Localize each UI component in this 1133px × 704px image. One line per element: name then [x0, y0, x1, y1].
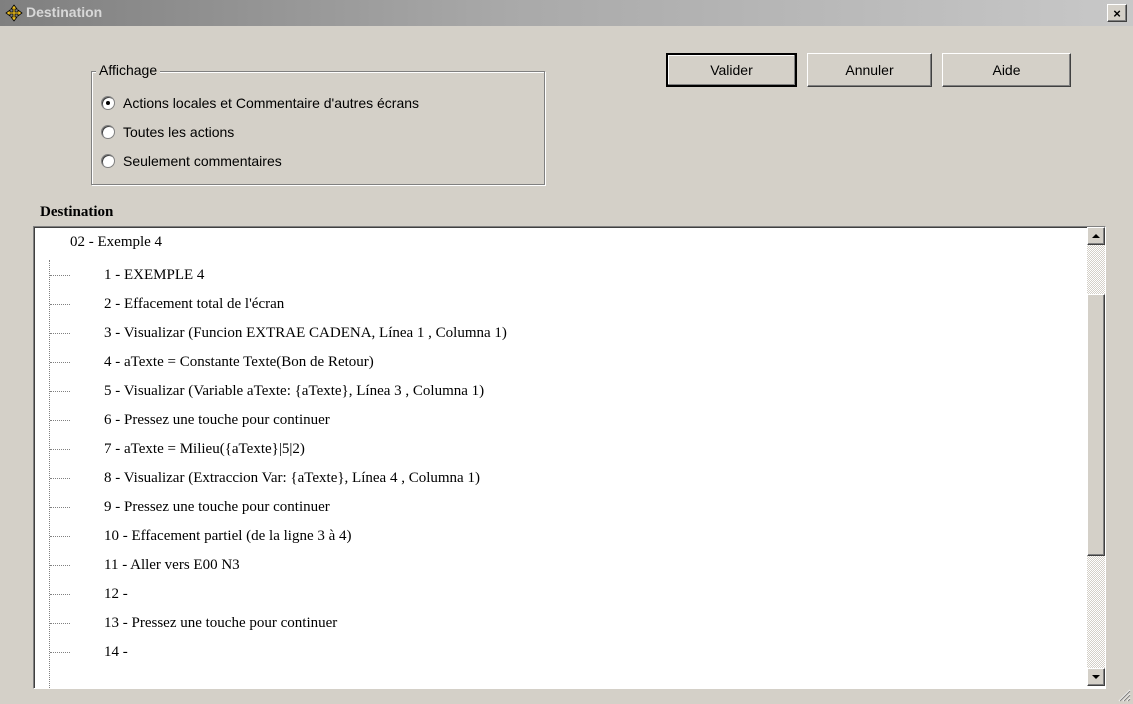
- tree-item-label: 5 - Visualizar (Variable aTexte: {aTexte…: [104, 382, 485, 399]
- tree-item-label: 1 - EXEMPLE 4: [104, 266, 205, 283]
- tree-item-label: 10 - Effacement partiel (de la ligne 3 à…: [104, 527, 352, 544]
- tree-item-label: 4 - aTexte = Constante Texte(Bon de Reto…: [104, 353, 374, 370]
- tree-item-label: 3 - Visualizar (Funcion EXTRAE CADENA, L…: [104, 324, 507, 341]
- arrow-down-icon: [1092, 675, 1100, 679]
- tree-item[interactable]: 11 - Aller vers E00 N3: [50, 552, 240, 578]
- radio-unselected-icon: [101, 125, 115, 139]
- tree-item-label: 7 - aTexte = Milieu({aTexte}|5|2): [104, 440, 305, 457]
- tree-item[interactable]: 4 - aTexte = Constante Texte(Bon de Reto…: [50, 349, 374, 375]
- tree-item[interactable]: 7 - aTexte = Milieu({aTexte}|5|2): [50, 436, 305, 462]
- radio-comments-only[interactable]: Seulement commentaires: [101, 153, 282, 169]
- cancel-button[interactable]: Annuler: [807, 53, 932, 87]
- tree-item[interactable]: 13 - Pressez une touche pour continuer: [50, 610, 337, 636]
- close-button[interactable]: ×: [1107, 4, 1127, 22]
- radio-local-actions[interactable]: Actions locales et Commentaire d'autres …: [101, 95, 419, 111]
- scroll-down-button[interactable]: [1087, 668, 1105, 686]
- tree-item[interactable]: 1 - EXEMPLE 4: [50, 262, 204, 288]
- tree-item[interactable]: 14 -: [50, 639, 128, 665]
- display-group-legend: Affichage: [96, 62, 161, 78]
- radio-label: Actions locales et Commentaire d'autres …: [123, 95, 420, 111]
- tree-item-label: 8 - Visualizar (Extraccion Var: {aTexte}…: [104, 469, 480, 486]
- close-icon: ×: [1113, 5, 1121, 21]
- destination-tree[interactable]: 02 - Exemple 4 1 - EXEMPLE 4 2 - Effacem…: [33, 226, 1106, 689]
- help-button[interactable]: Aide: [942, 53, 1071, 87]
- tree-item[interactable]: 12 -: [50, 581, 128, 607]
- arrow-up-icon: [1092, 234, 1100, 238]
- title-bar[interactable]: Destination ×: [0, 0, 1133, 26]
- radio-all-actions[interactable]: Toutes les actions: [101, 124, 234, 140]
- tree-item[interactable]: 5 - Visualizar (Variable aTexte: {aTexte…: [50, 378, 484, 404]
- scroll-thumb[interactable]: [1087, 294, 1105, 556]
- tree-item[interactable]: 3 - Visualizar (Funcion EXTRAE CADENA, L…: [50, 320, 507, 346]
- window-title: Destination: [26, 4, 103, 20]
- tree-item[interactable]: 9 - Pressez une touche pour continuer: [50, 494, 330, 520]
- tree-item[interactable]: 8 - Visualizar (Extraccion Var: {aTexte}…: [50, 465, 480, 491]
- tree-item[interactable]: 10 - Effacement partiel (de la ligne 3 à…: [50, 523, 352, 549]
- radio-label: Seulement commentaires: [123, 153, 282, 169]
- radio-label: Toutes les actions: [123, 124, 235, 140]
- tree-item[interactable]: 2 - Effacement total de l'écran: [50, 291, 284, 317]
- validate-button[interactable]: Valider: [666, 53, 797, 87]
- resize-grip-icon[interactable]: [1117, 688, 1131, 702]
- tree-item-label: 14 -: [104, 643, 128, 660]
- tree-item[interactable]: 6 - Pressez une touche pour continuer: [50, 407, 330, 433]
- vertical-scrollbar[interactable]: [1087, 227, 1105, 686]
- tree-root-item[interactable]: 02 - Exemple 4: [70, 234, 162, 251]
- radio-unselected-icon: [101, 154, 115, 168]
- radio-selected-icon: [101, 96, 115, 110]
- tree-item-label: 12 -: [104, 585, 128, 602]
- tree-item-label: 6 - Pressez une touche pour continuer: [104, 411, 330, 428]
- tree-item-label: 13 - Pressez une touche pour continuer: [104, 614, 338, 631]
- destination-label: Destination: [40, 204, 114, 220]
- tree-item-label: 11 - Aller vers E00 N3: [104, 556, 240, 573]
- tree-item-label: 9 - Pressez une touche pour continuer: [104, 498, 330, 515]
- tree-item-label: 2 - Effacement total de l'écran: [104, 295, 285, 312]
- move-arrows-icon: [5, 4, 23, 22]
- scroll-up-button[interactable]: [1087, 227, 1105, 245]
